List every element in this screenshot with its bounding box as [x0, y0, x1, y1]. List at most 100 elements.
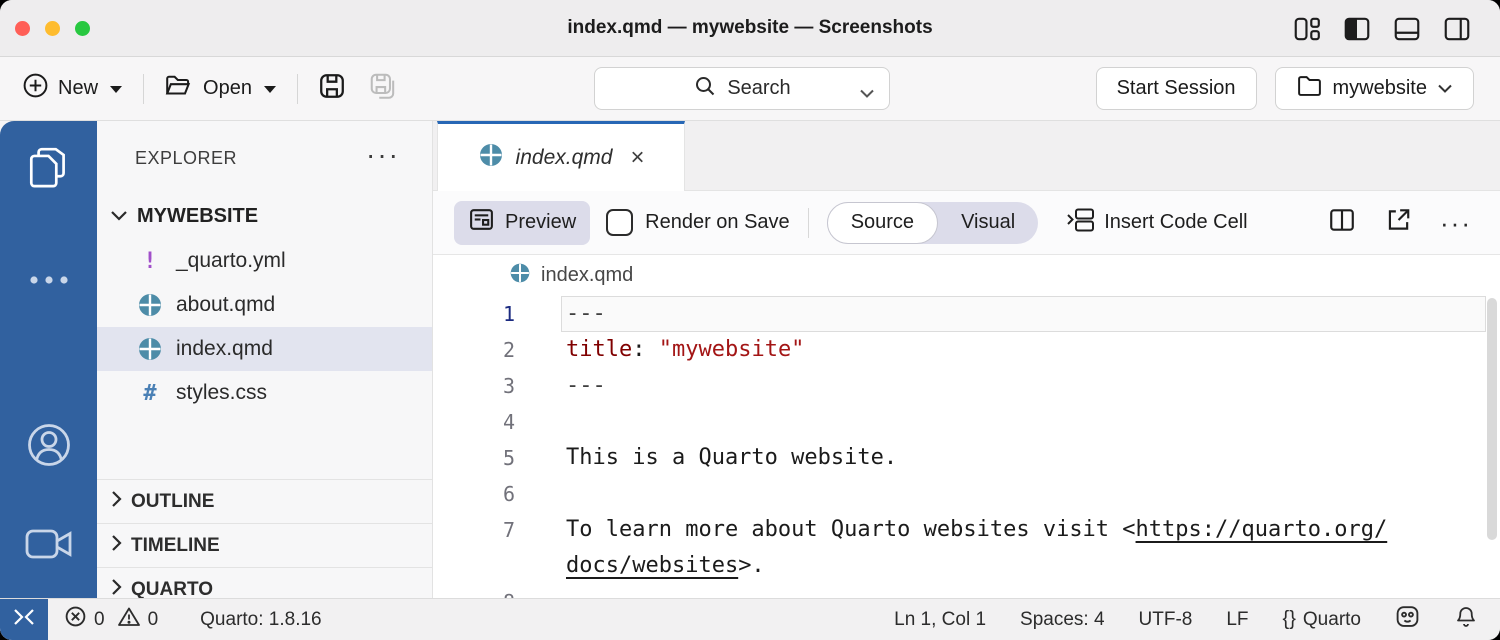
search-input[interactable]: Search — [594, 67, 890, 110]
warning-icon — [117, 605, 141, 634]
source-mode-button[interactable]: Source — [827, 202, 938, 244]
tab-index-qmd[interactable]: index.qmd × — [437, 121, 685, 191]
split-editor-icon[interactable] — [1328, 206, 1356, 239]
line-number: 1 — [433, 296, 515, 332]
more-actions-icon[interactable]: ··· — [366, 139, 400, 171]
code-token: --- — [566, 301, 606, 326]
save-icon — [318, 72, 346, 106]
code-token: title — [566, 337, 632, 362]
encoding[interactable]: UTF-8 — [1139, 609, 1193, 631]
file-row-_quarto.yml[interactable]: !_quarto.yml — [97, 239, 432, 283]
preview-button[interactable]: Preview — [454, 201, 590, 245]
open-button-label: Open — [203, 77, 252, 100]
account-icon[interactable] — [26, 422, 72, 473]
line-content: This is a Quarto website. — [561, 440, 1486, 476]
new-button-label: New — [58, 77, 98, 100]
section-label: QUARTO — [131, 579, 213, 599]
close-tab-icon[interactable]: × — [630, 144, 644, 172]
eol-sequence[interactable]: LF — [1226, 609, 1248, 631]
editor-toolbar: Preview Render on Save Source Visual Ins… — [433, 191, 1500, 255]
app-window: index.qmd — mywebsite — Screenshots New … — [0, 0, 1500, 640]
css-icon: # — [137, 381, 163, 406]
code-lines: 1 --- 2title: "mywebsite"3---45 This is a Q… — [433, 296, 1500, 598]
file-list: !_quarto.ymlabout.qmd index.qmd #styles.cs… — [97, 239, 432, 415]
file-row-index.qmd[interactable]: index.qmd — [97, 327, 432, 371]
toolbar-separator — [297, 74, 298, 104]
code-editor[interactable]: 1 --- 2title: "mywebsite"3---45 This is a Q… — [433, 296, 1500, 598]
section-label: OUTLINE — [131, 491, 214, 513]
line-number: 7 — [433, 512, 515, 584]
chevron-down-icon — [263, 77, 277, 100]
open-in-new-window-icon[interactable] — [1384, 206, 1412, 239]
toggle-panel-icon[interactable] — [1392, 14, 1422, 44]
code-token: --- — [566, 373, 606, 398]
quarto-version[interactable]: Quarto: 1.8.16 — [200, 609, 321, 631]
toolbar-separator — [808, 208, 809, 238]
language-mode-label: Quarto — [1303, 609, 1361, 631]
workspace-root-folder[interactable]: MYWEBSITE — [97, 197, 432, 235]
customize-layout-icon[interactable] — [1292, 14, 1322, 44]
workspace-root-label: MYWEBSITE — [137, 205, 258, 228]
notifications-bell-icon[interactable] — [1454, 604, 1478, 635]
section-quarto[interactable]: QUARTO — [97, 567, 432, 598]
visual-mode-button[interactable]: Visual — [938, 202, 1038, 244]
workspace-switcher-button[interactable]: mywebsite — [1275, 67, 1474, 110]
open-button[interactable]: Open — [156, 66, 285, 112]
more-actions-icon[interactable]: ··· — [1440, 213, 1472, 233]
save-button[interactable] — [310, 66, 354, 112]
quarto-icon — [137, 336, 163, 362]
new-button[interactable]: New — [14, 66, 131, 111]
start-session-label: Start Session — [1117, 77, 1236, 100]
line-content: --- — [561, 368, 1486, 404]
section-timeline[interactable]: TIMELINE — [97, 523, 432, 567]
render-on-save-label: Render on Save — [645, 211, 790, 234]
explorer-view-icon[interactable] — [25, 145, 73, 200]
section-outline[interactable]: OUTLINE — [97, 479, 432, 523]
toggle-secondary-sidebar-icon[interactable] — [1442, 14, 1472, 44]
start-session-button[interactable]: Start Session — [1096, 67, 1257, 110]
code-line-7[interactable]: 7To learn more about Quarto websites vis… — [433, 512, 1500, 584]
remote-indicator[interactable] — [0, 599, 48, 640]
breadcrumb[interactable]: index.qmd — [433, 255, 1500, 296]
video-camera-icon[interactable] — [24, 525, 74, 568]
vertical-scrollbar[interactable] — [1487, 298, 1497, 540]
toggle-primary-sidebar-icon[interactable] — [1342, 14, 1372, 44]
file-row-about.qmd[interactable]: about.qmd — [97, 283, 432, 327]
toolbar-separator — [143, 74, 144, 104]
remote-icon — [11, 605, 37, 635]
chevron-right-icon — [109, 489, 123, 515]
workbench: EXPLORER ··· MYWEBSITE !_quarto.ymlabout… — [0, 121, 1500, 598]
breadcrumb-file-label: index.qmd — [541, 264, 633, 287]
more-views-icon[interactable] — [27, 272, 71, 290]
source-visual-toggle: Source Visual — [827, 202, 1039, 244]
folder-icon — [1296, 73, 1323, 104]
code-line-2[interactable]: 2title: "mywebsite" — [433, 332, 1500, 368]
cursor-position[interactable]: Ln 1, Col 1 — [894, 609, 986, 631]
file-row-styles.css[interactable]: #styles.css — [97, 371, 432, 415]
render-on-save-checkbox[interactable] — [606, 209, 633, 236]
code-line-4[interactable]: 4 — [433, 404, 1500, 440]
insert-code-cell-button[interactable]: Insert Code Cell — [1066, 206, 1247, 240]
line-number: 5 — [433, 440, 515, 476]
problems-warnings[interactable]: 0 — [117, 605, 159, 634]
insert-code-cell-label: Insert Code Cell — [1104, 211, 1247, 234]
search-icon — [693, 74, 717, 104]
sidebar-sections: OUTLINE TIMELINE QUARTO — [97, 479, 432, 598]
feedback-smiley-icon[interactable] — [1395, 604, 1420, 635]
code-line-1[interactable]: 1 --- — [433, 296, 1500, 332]
yaml-icon: ! — [137, 249, 163, 274]
search-placeholder: Search — [727, 77, 790, 100]
code-line-8[interactable]: 8 — [433, 584, 1500, 598]
chevron-right-icon — [109, 533, 123, 559]
code-line-5[interactable]: 5 This is a Quarto website. — [433, 440, 1500, 476]
code-token: "mywebsite" — [659, 337, 805, 362]
indentation[interactable]: Spaces: 4 — [1020, 609, 1105, 631]
problems-errors[interactable]: 0 — [64, 605, 105, 634]
language-mode[interactable]: {} Quarto — [1283, 608, 1361, 631]
file-name: index.qmd — [176, 337, 273, 361]
save-all-button[interactable] — [360, 66, 406, 112]
code-line-6[interactable]: 6 — [433, 476, 1500, 512]
code-line-3[interactable]: 3--- — [433, 368, 1500, 404]
code-token: This is a Quarto website. — [566, 445, 897, 470]
title-bar: index.qmd — mywebsite — Screenshots — [0, 0, 1500, 57]
